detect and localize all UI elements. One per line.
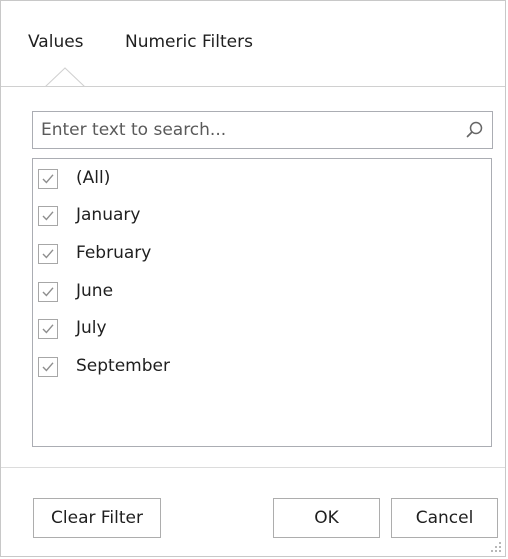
clear-filter-button[interactable]: Clear Filter (33, 498, 161, 538)
cancel-button[interactable]: Cancel (391, 498, 498, 538)
tab-values[interactable]: Values (28, 30, 84, 54)
list-item-january[interactable]: January (38, 201, 458, 231)
checkbox[interactable] (38, 169, 58, 189)
search-icon[interactable] (465, 120, 485, 140)
list-item-label: July (76, 318, 107, 338)
checkbox[interactable] (38, 206, 58, 226)
list-item-july[interactable]: July (38, 314, 458, 344)
list-item-label: February (76, 243, 152, 263)
dialog-footer: Clear Filter OK Cancel (1, 467, 505, 556)
checkbox[interactable] (38, 282, 58, 302)
selected-tab-pointer (45, 67, 85, 88)
checkbox[interactable] (38, 319, 58, 339)
tab-numeric-filters[interactable]: Numeric Filters (125, 30, 253, 54)
checkbox[interactable] (38, 357, 58, 377)
list-item-label: September (76, 356, 170, 376)
filter-dialog: Values Numeric Filters Enter text to sea… (0, 0, 506, 557)
list-item-label: January (76, 205, 141, 225)
values-panel: (All) January February (1, 87, 505, 467)
list-item-all[interactable]: (All) (38, 164, 458, 194)
values-list[interactable]: (All) January February June July Septemb… (32, 158, 492, 447)
search-box (32, 111, 493, 149)
list-item-september[interactable]: September (38, 352, 458, 382)
checkbox[interactable] (38, 244, 58, 264)
list-item-label: (All) (76, 168, 111, 188)
list-item-label: June (76, 281, 114, 301)
ok-button[interactable]: OK (273, 498, 380, 538)
list-item-june[interactable]: June (38, 277, 458, 307)
filter-tabs: Values Numeric Filters (1, 1, 505, 88)
list-item-february[interactable]: February (38, 239, 458, 269)
search-input[interactable] (33, 112, 453, 148)
resize-grip-icon[interactable] (486, 539, 504, 556)
